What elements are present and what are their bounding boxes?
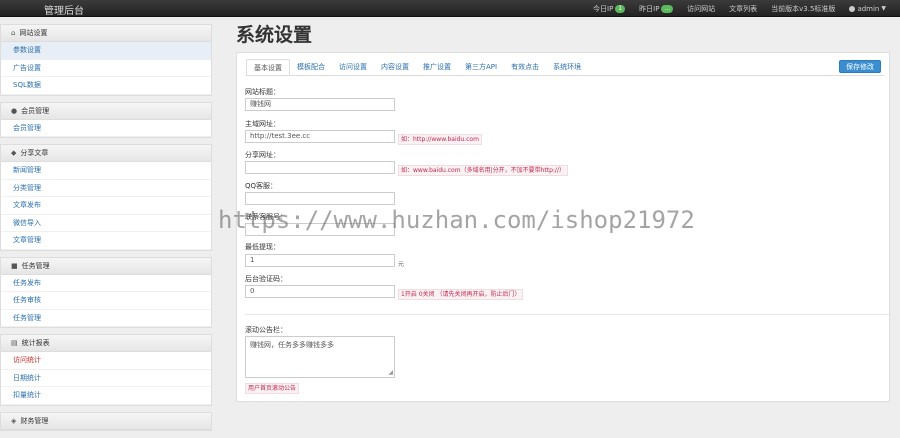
sidebar-item[interactable]: 扣量统计 xyxy=(1,387,211,405)
share-url-input[interactable] xyxy=(245,161,395,174)
nav-visit-site[interactable]: 访问网站 xyxy=(687,4,715,14)
admin-code-input[interactable]: 0 xyxy=(245,285,395,298)
sidebar-item[interactable]: 任务发布 xyxy=(1,275,211,292)
sidebar-section-header[interactable]: ● 会员管理 xyxy=(1,102,211,120)
site-title-input[interactable]: 赚钱网 xyxy=(245,98,395,111)
tab-basic[interactable]: 基本设置 xyxy=(246,59,290,76)
nav-yesterday-ip-label: 昨日IP xyxy=(639,4,660,13)
nav-today-ip-label: 今日IP xyxy=(593,4,614,13)
save-button[interactable]: 保存修改 xyxy=(839,60,881,73)
user-icon: ● xyxy=(11,106,18,115)
sidebar-item[interactable]: 任务审核 xyxy=(1,292,211,310)
sidebar-section-title: 统计报表 xyxy=(21,339,50,347)
brand-title[interactable]: 管理后台 xyxy=(44,2,84,17)
yesterday-ip-badge: ... xyxy=(661,4,674,13)
sidebar-section: ◈ 财务管理 xyxy=(0,411,212,431)
nav-today-ip[interactable]: 今日IP 1 xyxy=(593,4,626,14)
main-url-hint: 如：http://www.baidu.com xyxy=(398,134,482,145)
share-icon: ◆ xyxy=(11,149,17,157)
notice-textarea[interactable]: 赚钱网，任务多多赚钱多多 ◢ xyxy=(245,336,395,378)
user-menu[interactable]: admin ▼ xyxy=(849,5,886,13)
main-url-input[interactable]: http://test.3ee.cc xyxy=(245,130,395,143)
main-url-label: 主域网址： xyxy=(245,120,280,128)
sidebar-section-title: 任务管理 xyxy=(21,261,50,270)
tab-system-env[interactable]: 系统环境 xyxy=(546,59,588,76)
notice-text: 赚钱网，任务多多赚钱多多 xyxy=(250,341,334,349)
min-withdraw-input[interactable]: 1 xyxy=(245,254,395,267)
tab-promotion[interactable]: 推广设置 xyxy=(416,59,458,76)
sidebar-item[interactable]: SQL数据 xyxy=(1,77,211,95)
sidebar-section: ⌂ 网站设置 参数设置 广告设置 SQL数据 xyxy=(0,24,212,96)
sidebar-section-title: 财务管理 xyxy=(20,416,49,425)
sidebar-section-title: 网站设置 xyxy=(19,29,48,37)
top-navbar: 管理后台 今日IP 1 昨日IP ... 访问网站 文章列表 当前版本v3.5标… xyxy=(0,0,900,17)
sidebar-item[interactable]: 文章发布 xyxy=(1,197,211,215)
chevron-down-icon: ▼ xyxy=(881,5,886,12)
sidebar-section-header[interactable]: ⌂ 网站设置 xyxy=(1,25,211,42)
form-divider xyxy=(245,314,889,315)
sidebar-item[interactable]: 分类管理 xyxy=(1,180,211,197)
nav-article-list[interactable]: 文章列表 xyxy=(729,4,757,14)
notice-label: 滚动公告栏： xyxy=(245,326,287,334)
tab-template[interactable]: 模板配合 xyxy=(290,59,332,76)
sidebar-item[interactable]: 文章管理 xyxy=(1,232,211,250)
page-title: 系统设置 xyxy=(236,24,313,46)
admin-code-hint: 1开启 0关闭 （请先关闭再开启，防止后门） xyxy=(398,289,524,300)
tabs-divider xyxy=(246,75,884,76)
sidebar-section-header[interactable]: ■ 任务管理 xyxy=(1,257,211,275)
sidebar-item[interactable]: 微信导入 xyxy=(1,215,211,232)
chart-icon: ▤ xyxy=(11,339,18,347)
tab-content[interactable]: 内容设置 xyxy=(374,59,416,76)
sidebar-item[interactable]: 新闻管理 xyxy=(1,162,211,180)
nav-yesterday-ip[interactable]: 昨日IP ... xyxy=(639,4,674,14)
qq-service-label: QQ客服： xyxy=(245,182,278,190)
share-url-label: 分享网址： xyxy=(245,151,280,159)
sidebar-section: ● 会员管理 会员管理 xyxy=(0,101,212,138)
tab-valid-click[interactable]: 有效点击 xyxy=(504,59,546,76)
sidebar-item[interactable]: 会员管理 xyxy=(1,120,211,137)
resize-handle-icon[interactable]: ◢ xyxy=(388,370,393,376)
site-title-label: 网站标题： xyxy=(245,88,280,96)
sidebar-section-title: 分享文章 xyxy=(20,149,49,157)
qq-service-input[interactable] xyxy=(245,192,395,205)
nav-version[interactable]: 当前版本v3.5标准版 xyxy=(771,4,835,14)
share-url-hint: 如：www.baidu.com（多域名用|分开，不加不要带http://） xyxy=(398,165,568,176)
user-name: admin xyxy=(857,4,880,13)
sidebar-item[interactable]: 广告设置 xyxy=(1,60,211,77)
sidebar-item[interactable]: 访问统计 xyxy=(1,352,211,370)
sidebar-section: ■ 任务管理 任务发布 任务审核 任务管理 xyxy=(0,256,212,328)
sidebar-section-header[interactable]: ▤ 统计报表 xyxy=(1,335,211,352)
task-icon: ■ xyxy=(11,261,18,270)
admin-code-label: 后台验证码： xyxy=(245,275,287,283)
watermark: https://www.huzhan.com/ishop21972 xyxy=(218,206,695,234)
sidebar-item[interactable]: 参数设置 xyxy=(1,42,211,60)
navbar-right: 今日IP 1 昨日IP ... 访问网站 文章列表 当前版本v3.5标准版 ad… xyxy=(593,0,886,17)
user-icon xyxy=(849,5,856,12)
yuan-suffix: 元 xyxy=(398,261,405,268)
sidebar-section: ▤ 统计报表 访问统计 日期统计 扣量统计 xyxy=(0,334,212,406)
money-icon: ◈ xyxy=(11,416,17,425)
notice-note: 用户首页滚动公告 xyxy=(245,383,300,394)
today-ip-badge: 1 xyxy=(615,4,626,13)
sidebar-section: ◆ 分享文章 新闻管理 分类管理 文章发布 微信导入 文章管理 xyxy=(0,144,212,251)
sidebar-section-header[interactable]: ◆ 分享文章 xyxy=(1,145,211,162)
home-icon: ⌂ xyxy=(11,29,16,37)
sidebar-section-header[interactable]: ◈ 财务管理 xyxy=(1,412,211,430)
tab-access[interactable]: 访问设置 xyxy=(332,59,374,76)
min-withdraw-label: 最低提现： xyxy=(245,243,280,251)
sidebar-item[interactable]: 任务管理 xyxy=(1,310,211,327)
sidebar-section-title: 会员管理 xyxy=(21,106,50,115)
settings-tabs: 基本设置 模板配合 访问设置 内容设置 推广设置 第三方API 有效点击 系统环… xyxy=(246,59,588,76)
sidebar-item[interactable]: 日期统计 xyxy=(1,370,211,387)
tab-third-party-api[interactable]: 第三方API xyxy=(458,59,504,76)
sidebar: ⌂ 网站设置 参数设置 广告设置 SQL数据 ● 会员管理 会员管理 ◆ 分享文章 新闻管理 分类管理… xyxy=(0,24,212,438)
